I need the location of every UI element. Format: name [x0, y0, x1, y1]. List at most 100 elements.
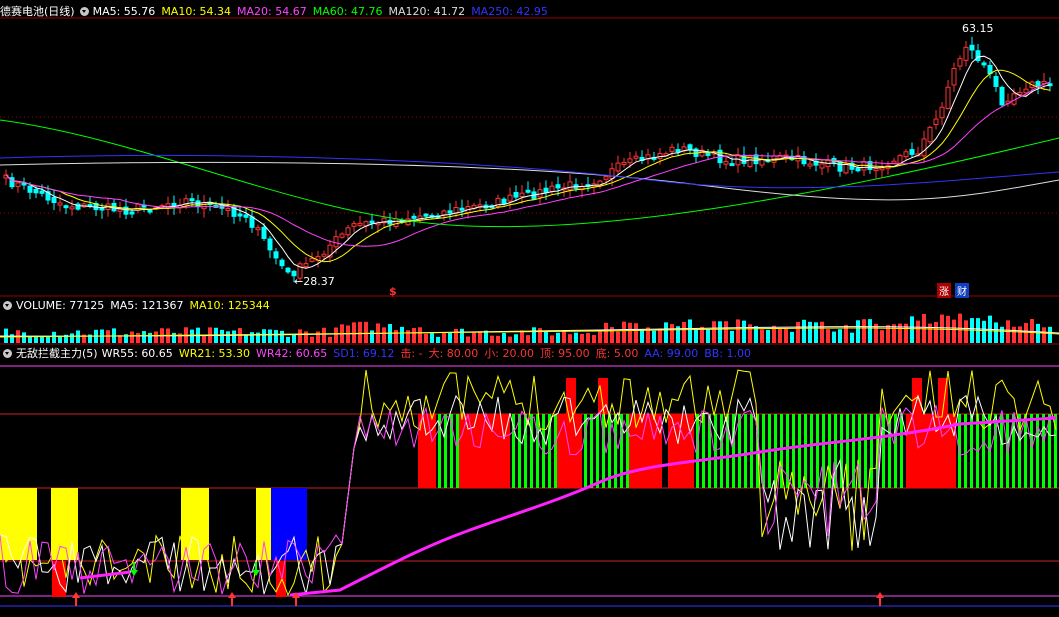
candle-body: [279, 259, 285, 267]
volume-bar: [364, 321, 368, 343]
volume-bar: [172, 332, 176, 343]
volume-bar: [910, 316, 914, 343]
candle-body: [615, 162, 621, 172]
volume-bar: [460, 328, 464, 343]
candle-body: [369, 220, 375, 224]
candle-body: [237, 213, 243, 217]
volume-bar: [274, 330, 278, 343]
candle-body: [621, 161, 627, 165]
indicator-value: WR55: 60.65: [101, 347, 173, 360]
volume-bar: [70, 333, 74, 343]
signal-stripe-green: [602, 414, 605, 488]
volume-bar: [190, 329, 194, 343]
candle-body: [933, 118, 939, 126]
volume-bar: [706, 329, 710, 343]
candle-body: [669, 146, 675, 152]
signal-stripe-green: [828, 414, 831, 488]
event-marker-cai[interactable]: 财: [955, 283, 969, 298]
signal-stripe-green: [702, 414, 705, 488]
candle-body: [189, 198, 195, 202]
volume-bar: [592, 335, 596, 343]
signal-stripe-green: [530, 414, 533, 488]
stock-chart-window: 德赛电池(日线) MA5: 55.76 MA10: 54.34 MA20: 54.67…: [0, 0, 1059, 617]
signal-stripe-green: [900, 414, 903, 488]
volume-bar: [478, 331, 482, 343]
volume-bar: [22, 332, 26, 343]
candle-body: [519, 192, 525, 198]
signal-stripe-green: [816, 414, 819, 488]
indicator-value: 击: -: [400, 347, 423, 360]
candle-body: [981, 62, 987, 66]
candle-body: [15, 182, 21, 187]
volume-bar: [490, 335, 494, 343]
signal-stripe-green: [738, 414, 741, 488]
candle-body: [33, 188, 39, 194]
volume-bar: [400, 326, 404, 343]
indicator-value: 小: 20.00: [484, 347, 534, 360]
candle-body: [411, 215, 417, 219]
event-marker-zhang[interactable]: 涨: [937, 283, 951, 298]
volume-bar: [778, 328, 782, 343]
signal-block-red: [912, 378, 922, 414]
volume-bar: [106, 330, 110, 343]
volume-bar: [880, 330, 884, 343]
candle-body: [303, 263, 309, 268]
indicator-value: AA: 99.00: [644, 347, 699, 360]
volume-bar: [766, 329, 770, 343]
buy-arrow-icon: [876, 592, 884, 606]
candle-body: [309, 257, 315, 262]
signal-block-yellow: [256, 488, 271, 560]
volume-bar: [52, 331, 56, 343]
volume-bar: [826, 329, 830, 343]
volume-bar: [736, 319, 740, 343]
volume-bar: [226, 331, 230, 343]
volume-bar: [820, 321, 824, 343]
signal-stripe-green: [744, 414, 747, 488]
indicator-title[interactable]: 无敌拦截主力(5): [16, 347, 98, 360]
candle-body: [393, 218, 399, 228]
volume-bar: [598, 331, 602, 343]
volume-bar: [1048, 326, 1052, 343]
volume-bar: [622, 321, 626, 343]
signal-stripe-green: [626, 414, 629, 488]
volume-bar: [568, 334, 572, 343]
candle-body: [963, 46, 969, 61]
signal-stripe-green: [810, 414, 813, 488]
volume-bar: [430, 333, 434, 343]
candle-body: [273, 251, 279, 259]
candle-body: [63, 205, 69, 209]
volume-bar: [412, 327, 416, 343]
volume-bar: [148, 332, 152, 343]
volume-bar: [358, 321, 362, 343]
event-marker-dollar[interactable]: $: [389, 285, 397, 298]
candle-body: [759, 158, 765, 166]
dropdown-icon[interactable]: [3, 301, 12, 310]
signal-stripe-green: [590, 414, 593, 488]
candle-body: [423, 213, 429, 217]
volume-bar: [322, 327, 326, 343]
candle-body: [201, 202, 207, 210]
candle-body: [147, 209, 153, 213]
volume-bar: [1012, 326, 1016, 343]
volume-value: MA5: 121367: [110, 299, 184, 312]
buy-arrow-icon: [228, 592, 236, 606]
candle-body: [243, 214, 249, 218]
signal-stripe-green: [982, 414, 985, 488]
volume-bar: [934, 321, 938, 343]
candle-body: [951, 68, 957, 86]
dropdown-icon[interactable]: [3, 349, 12, 358]
candle-body: [27, 185, 33, 193]
volume-bar: [718, 321, 722, 343]
candle-body: [609, 168, 615, 179]
volume-bar: [424, 333, 428, 343]
candle-body: [627, 158, 633, 164]
volume-bar: [670, 324, 674, 343]
candle-body: [255, 227, 261, 231]
candle-body: [633, 155, 639, 159]
candle-body: [1023, 88, 1029, 94]
volume-bar: [742, 320, 746, 343]
volume-indicator-list: VOLUME: 77125 MA5: 121367 MA10: 125344: [16, 299, 276, 312]
indicator-value: SD1: 69.12: [333, 347, 395, 360]
price-low-label: ←28.37: [294, 275, 335, 288]
volume-bar: [508, 336, 512, 343]
